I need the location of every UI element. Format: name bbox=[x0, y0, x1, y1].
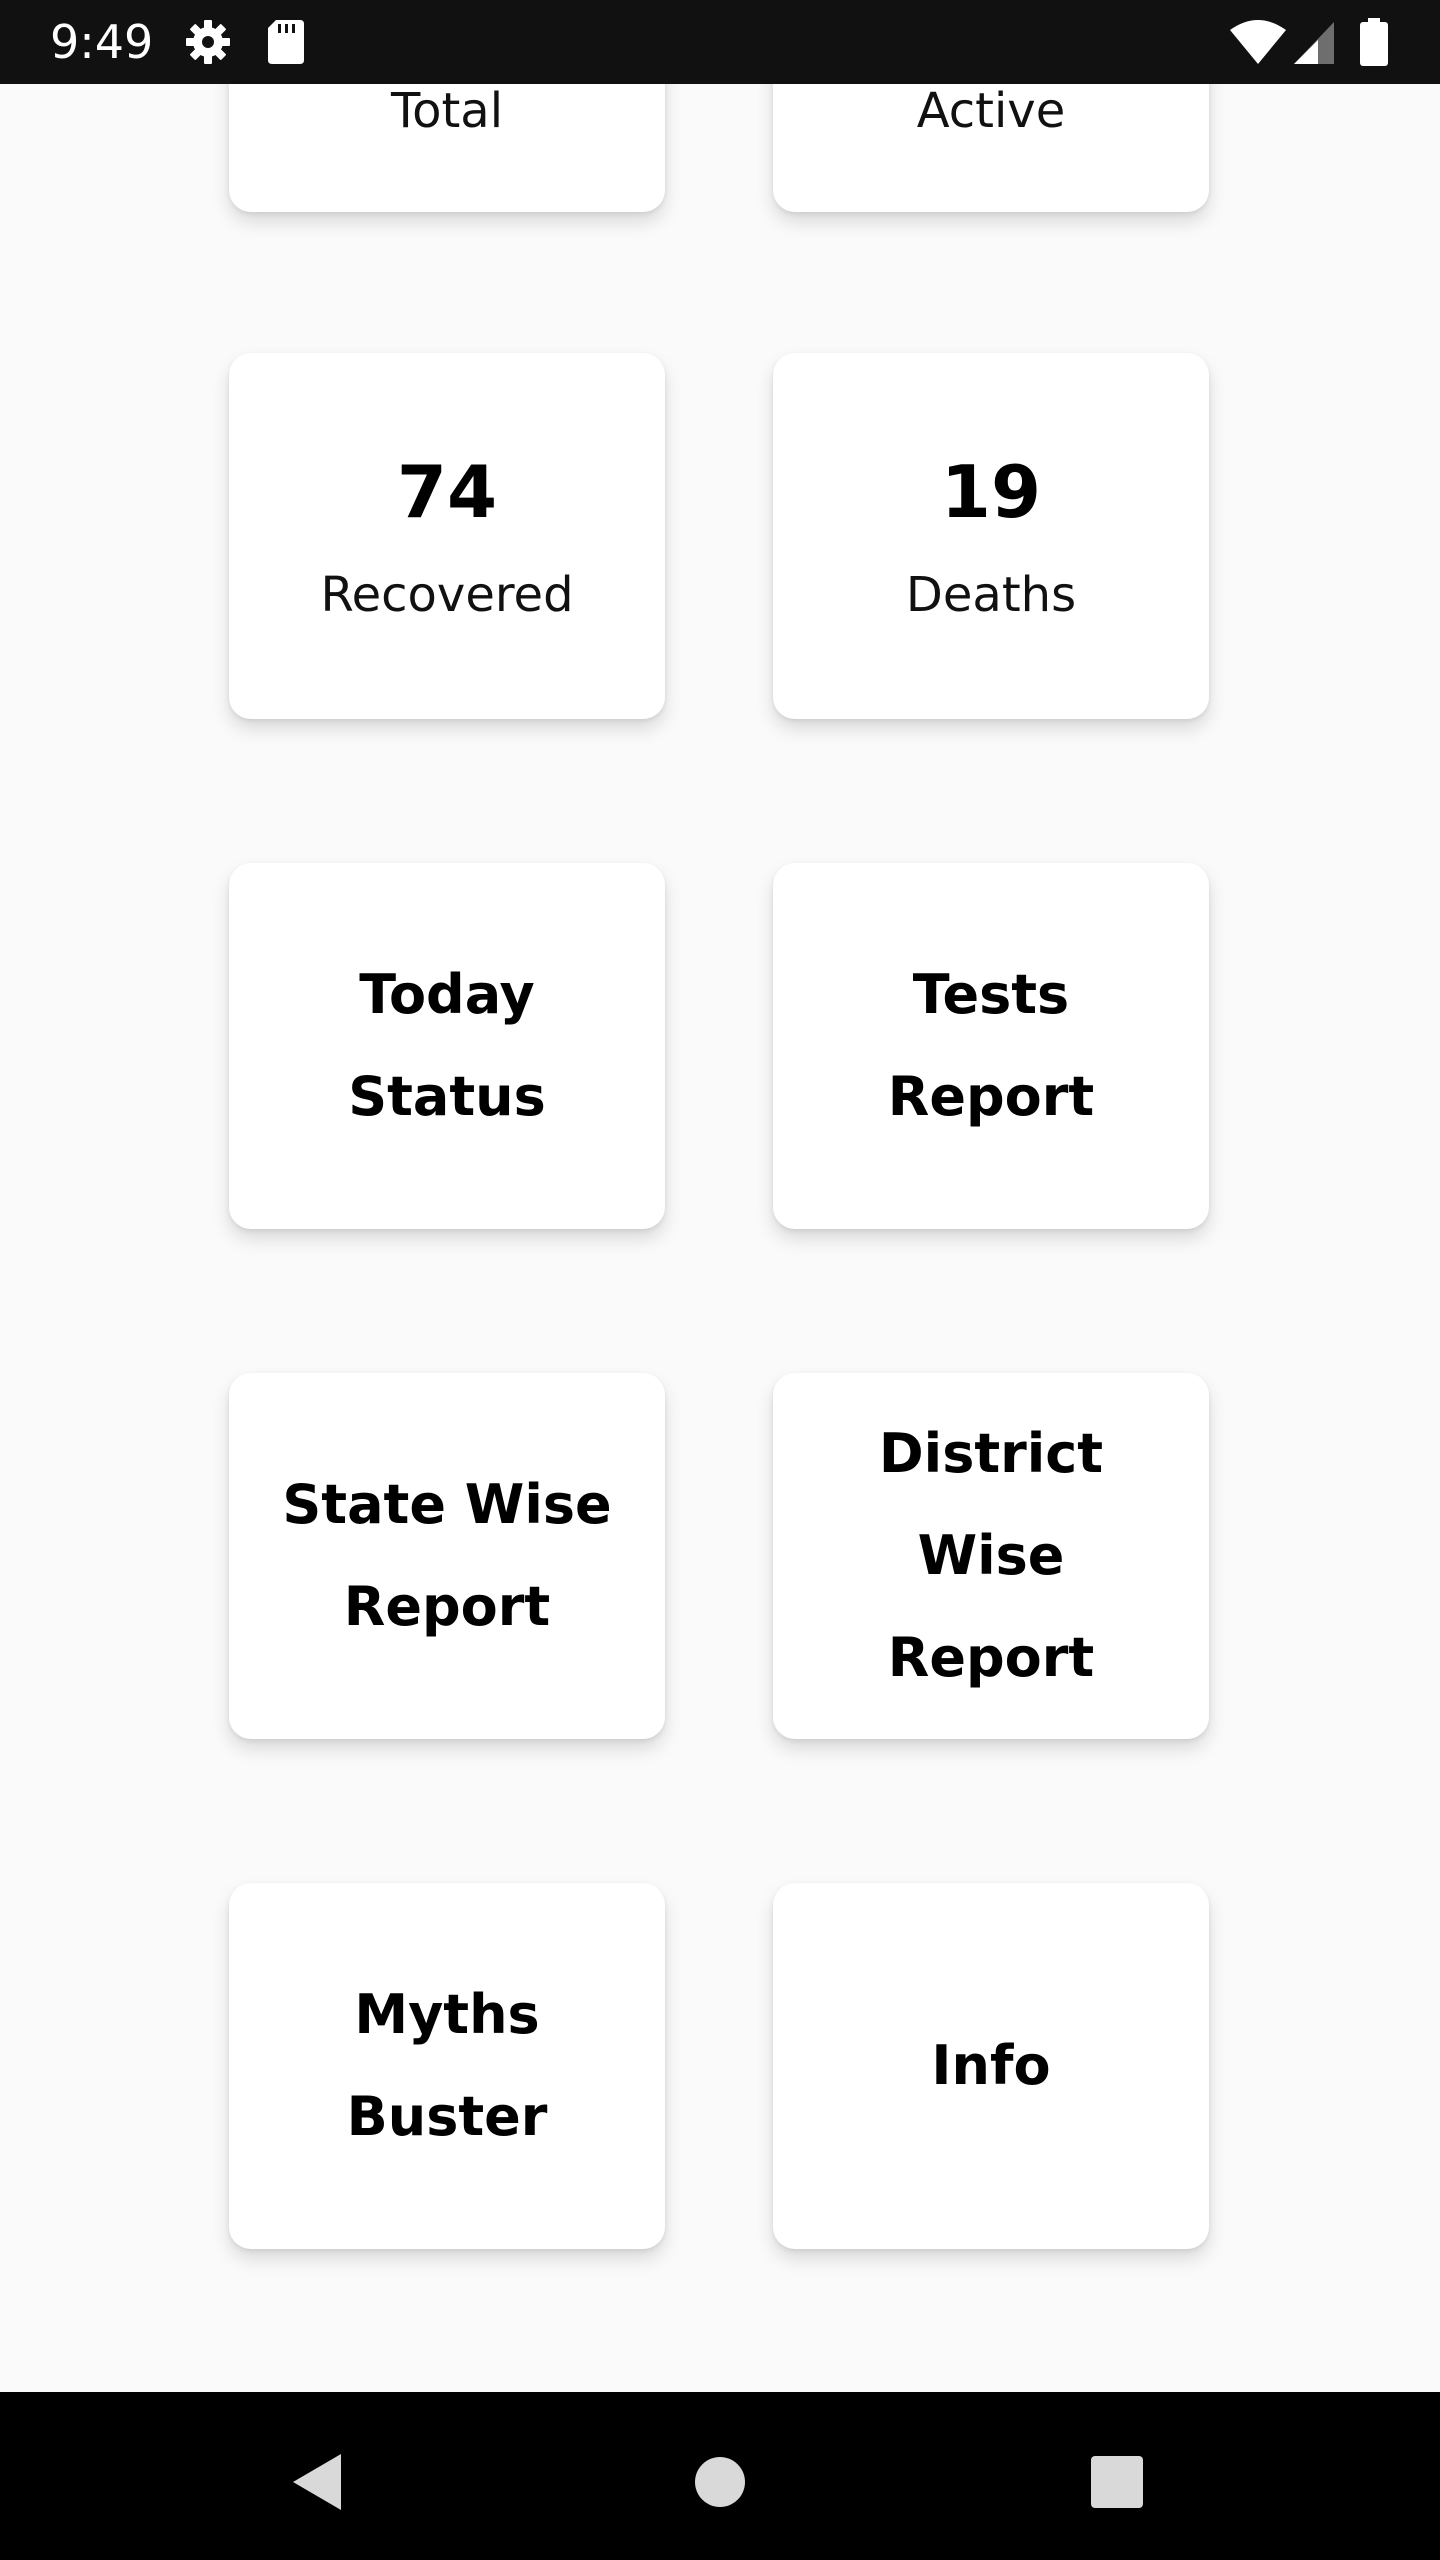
home-button[interactable] bbox=[680, 2442, 760, 2522]
recents-button[interactable] bbox=[1077, 2442, 1157, 2522]
info-card[interactable]: Info bbox=[773, 1883, 1209, 2249]
myths-buster-card[interactable]: Myths Buster bbox=[229, 1883, 665, 2249]
deaths-count: 19 bbox=[940, 450, 1042, 534]
recovered-count: 74 bbox=[396, 450, 498, 534]
back-icon bbox=[293, 2454, 341, 2510]
cell-signal-icon bbox=[1294, 22, 1334, 64]
tests-report-label: Tests Report bbox=[887, 963, 1095, 1128]
total-label: Total bbox=[390, 83, 504, 139]
deaths-card[interactable]: 19 Deaths bbox=[773, 353, 1209, 719]
today-status-card[interactable]: Today Status bbox=[229, 863, 665, 1229]
status-time: 9:49 bbox=[50, 15, 154, 69]
active-label: Active bbox=[916, 83, 1066, 139]
district-wise-report-card[interactable]: District Wise Report bbox=[773, 1373, 1209, 1739]
home-icon bbox=[695, 2457, 745, 2507]
navigation-bar bbox=[0, 2392, 1440, 2560]
back-button[interactable] bbox=[277, 2442, 357, 2522]
gear-icon bbox=[186, 20, 230, 64]
myths-buster-label: Myths Buster bbox=[346, 1983, 548, 2148]
tests-report-card[interactable]: Tests Report bbox=[773, 863, 1209, 1229]
recents-icon bbox=[1091, 2456, 1143, 2508]
info-label: Info bbox=[931, 2034, 1051, 2097]
recovered-card[interactable]: 74 Recovered bbox=[229, 353, 665, 719]
sd-card-icon bbox=[268, 20, 304, 64]
deaths-label: Deaths bbox=[905, 567, 1077, 623]
status-bar: 9:49 bbox=[0, 0, 1440, 84]
district-wise-report-label: District Wise Report bbox=[878, 1422, 1104, 1689]
today-status-label: Today Status bbox=[348, 963, 546, 1128]
battery-icon bbox=[1360, 18, 1388, 66]
state-wise-report-card[interactable]: State Wise Report bbox=[229, 1373, 665, 1739]
wifi-icon bbox=[1230, 20, 1286, 64]
state-wise-report-label: State Wise Report bbox=[282, 1473, 612, 1638]
recovered-label: Recovered bbox=[320, 567, 574, 623]
